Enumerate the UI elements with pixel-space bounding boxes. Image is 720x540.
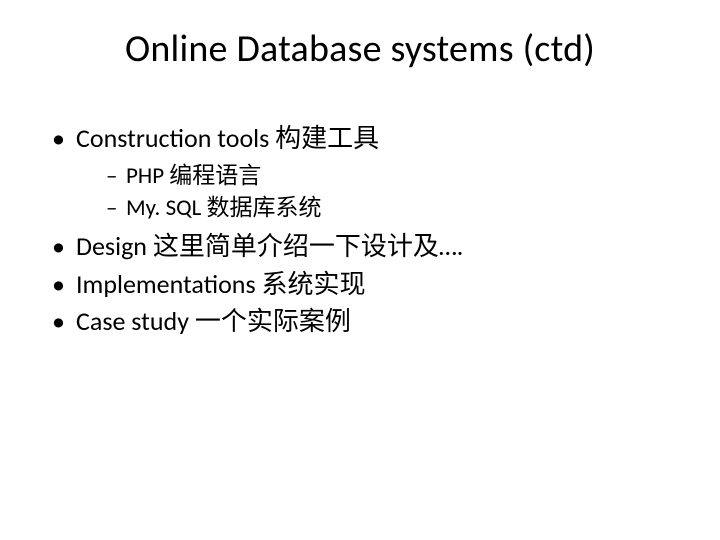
list-item: Implementations 系统实现 [52, 266, 684, 304]
sub-item: PHP 编程语言 [106, 160, 684, 192]
list-item-text: Case study 一个实际案例 [76, 305, 351, 337]
list-item-text: Design 这里简单介绍一下设计及…. [76, 230, 463, 262]
sub-item-text: My. SQL 数据库系统 [126, 194, 321, 222]
list-item: Design 这里简单介绍一下设计及…. [52, 228, 684, 266]
list-item: Case study 一个实际案例 [52, 303, 684, 341]
list-item-text: Implementations 系统实现 [76, 268, 366, 300]
sub-item-text: PHP 编程语言 [126, 162, 261, 190]
list-item: Construction tools 构建工具 PHP 编程语言 My. SQL… [52, 120, 684, 224]
sub-item: My. SQL 数据库系统 [106, 192, 684, 224]
sub-list: PHP 编程语言 My. SQL 数据库系统 [76, 160, 684, 224]
list-item-text: Construction tools 构建工具 [76, 122, 379, 154]
slide-title: Online Database systems (ctd) [36, 26, 684, 72]
bullet-list: Construction tools 构建工具 PHP 编程语言 My. SQL… [36, 120, 684, 341]
